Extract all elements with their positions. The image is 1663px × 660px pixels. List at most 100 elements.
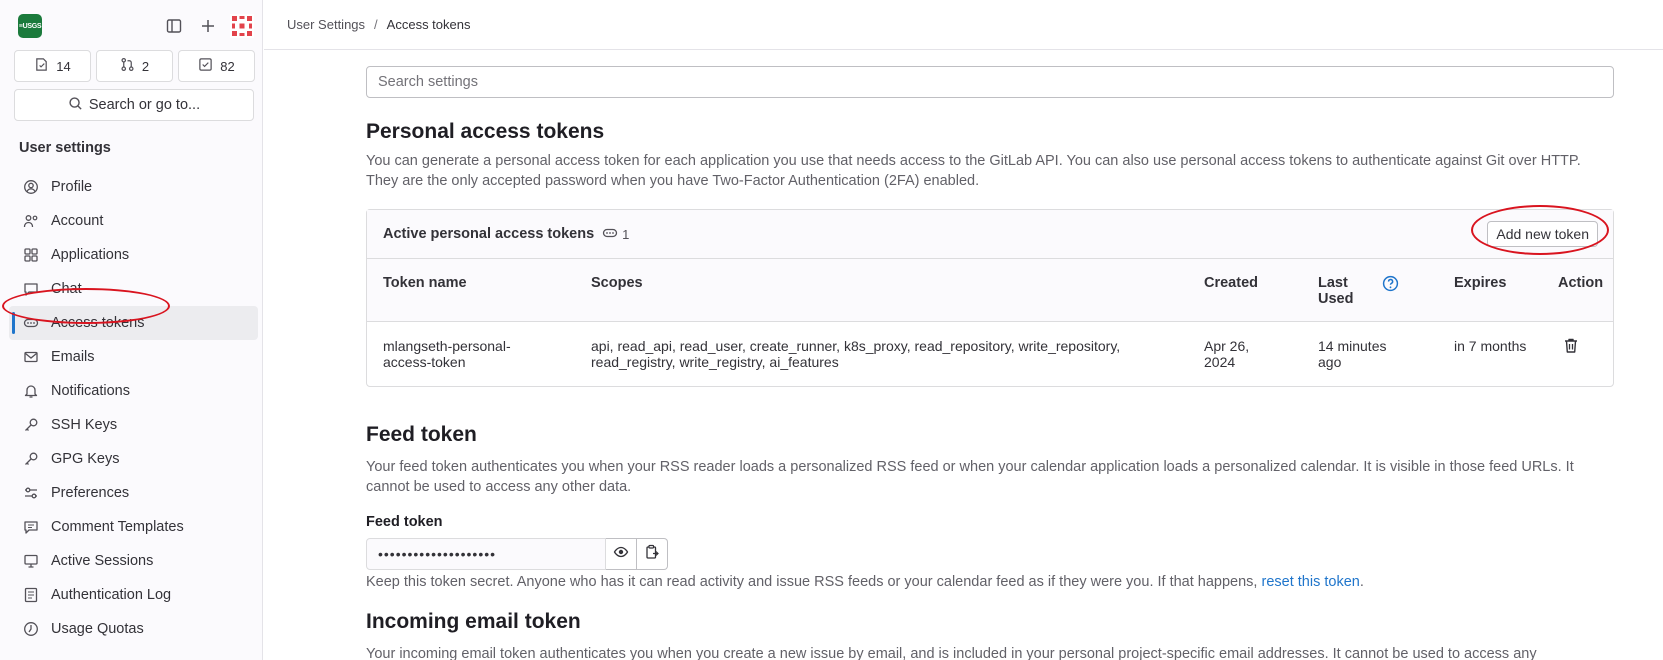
merge-requests-count: 2: [141, 58, 150, 74]
col-action: Action: [1558, 275, 1604, 291]
mail-icon: [23, 349, 39, 365]
bell-icon: [23, 383, 39, 399]
search-settings-input[interactable]: Search settings: [366, 66, 1614, 98]
clipboard-icon: [644, 544, 660, 564]
breadcrumb-separator: /: [374, 17, 378, 32]
token-icon: [602, 225, 618, 244]
sidebar-top: ≡USGS: [18, 14, 254, 42]
key-icon: [23, 451, 39, 467]
sidebar-item-comment-templates[interactable]: Comment Templates: [9, 510, 258, 544]
sidebar-item-label: Usage Quotas: [51, 621, 144, 637]
usgs-logo[interactable]: ≡USGS: [18, 14, 42, 38]
sidebar-item-label: Comment Templates: [51, 519, 184, 535]
sidebar-item-chat[interactable]: Chat: [9, 272, 258, 306]
sidebar-item-profile[interactable]: Profile: [9, 170, 258, 204]
preferences-icon: [23, 485, 39, 501]
sidebar-item-label: Account: [51, 213, 104, 229]
sidebar-item-label: Access tokens: [51, 315, 145, 331]
sidebar-item-ssh-keys[interactable]: SSH Keys: [9, 408, 258, 442]
feed-token-title: Feed token: [366, 423, 477, 446]
todos-count: 82: [220, 58, 235, 74]
tokens-table-header: Token name Scopes Created Last Used Expi…: [367, 259, 1613, 322]
main-content: Search settings Personal access tokens Y…: [366, 66, 1614, 660]
sidebar-item-emails[interactable]: Emails: [9, 340, 258, 374]
plus-icon[interactable]: [196, 14, 220, 38]
reset-token-link[interactable]: reset this token: [1262, 574, 1360, 590]
feed-help-text: Keep this token secret. Anyone who has i…: [366, 574, 1262, 590]
feed-token-field: ••••••••••••••••••••: [366, 538, 668, 570]
search-icon: [68, 96, 83, 115]
sidebar-item-active-sessions[interactable]: Active Sessions: [9, 544, 258, 578]
search-settings-placeholder: Search settings: [378, 74, 478, 90]
breadcrumb-current[interactable]: Access tokens: [387, 17, 471, 32]
sidebar-item-label: SSH Keys: [51, 417, 118, 433]
sidebar-item-label: Active Sessions: [51, 553, 154, 569]
sidebar-item-label: Applications: [51, 247, 130, 263]
sidebar-item-gpg-keys[interactable]: GPG Keys: [9, 442, 258, 476]
sidebar-item-label: Notifications: [51, 383, 130, 399]
sidebar-item-label: Authentication Log: [51, 587, 172, 603]
quota-icon: [23, 621, 39, 637]
sidebar-item-label: Emails: [51, 349, 95, 365]
feed-token-description: Your feed token authenticates you when y…: [366, 459, 1574, 495]
col-expires: Expires: [1454, 275, 1507, 291]
applications-icon: [23, 247, 39, 263]
breadcrumb-user-settings[interactable]: User Settings: [287, 17, 365, 32]
account-icon: [23, 213, 39, 229]
feed-token-label: Feed token: [366, 514, 443, 530]
col-created: Created: [1204, 275, 1258, 291]
table-row: mlangseth-personal-access-token api, rea…: [367, 322, 1613, 385]
merge-requests-count-button[interactable]: 2: [96, 50, 173, 82]
sidebar-counts: 14 2 82: [14, 50, 255, 82]
eye-icon: [613, 544, 629, 564]
pat-description: You can generate a personal access token…: [366, 153, 1581, 189]
sidebar-item-authentication-log[interactable]: Authentication Log: [9, 578, 258, 612]
feed-help-end: .: [1359, 574, 1364, 590]
add-new-token-button[interactable]: Add new token: [1487, 221, 1598, 247]
token-icon: [23, 315, 39, 331]
sidebar-item-notifications[interactable]: Notifications: [9, 374, 258, 408]
col-last-used: Last Used: [1318, 275, 1354, 307]
issues-count: 14: [56, 58, 71, 74]
sidebar-heading: User settings: [19, 140, 111, 156]
incoming-email-description: Your incoming email token authenticates …: [366, 646, 1537, 660]
key-icon: [23, 417, 39, 433]
toggle-sidebar-icon[interactable]: [162, 14, 186, 38]
sidebar: ≡USGS 14 2 82 Search or go to... User se…: [0, 0, 263, 660]
feed-token-input[interactable]: ••••••••••••••••••••: [366, 538, 606, 570]
sidebar-item-usage-quotas[interactable]: Usage Quotas: [9, 612, 258, 646]
comment-icon: [23, 519, 39, 535]
token-created-cell: Apr 26, 2024: [1204, 338, 1250, 370]
todos-count-button[interactable]: 82: [178, 50, 255, 82]
token-name-cell: mlangseth-personal-access-token: [383, 338, 511, 370]
sidebar-item-label: GPG Keys: [51, 451, 120, 467]
trash-icon[interactable]: [1563, 337, 1579, 357]
chat-icon: [23, 281, 39, 297]
todo-icon: [198, 57, 213, 75]
help-icon[interactable]: [1382, 275, 1399, 296]
reveal-token-button[interactable]: [606, 538, 637, 570]
copy-token-button[interactable]: [637, 538, 668, 570]
active-tokens-card: Active personal access tokens 1 Add new …: [366, 205, 1614, 387]
token-count: 1: [622, 226, 630, 242]
profile-icon: [23, 179, 39, 195]
sidebar-nav: Profile Account Applications Chat Access…: [9, 170, 258, 646]
sidebar-item-label: Chat: [51, 281, 82, 297]
feed-token-help: Keep this token secret. Anyone who has i…: [366, 574, 1364, 590]
sidebar-item-applications[interactable]: Applications: [9, 238, 258, 272]
sidebar-item-label: Preferences: [51, 485, 130, 501]
token-last-used-cell: 14 minutes ago: [1318, 338, 1387, 370]
sidebar-item-label: Profile: [51, 179, 93, 195]
token-count-badge: 1: [602, 225, 629, 244]
active-tokens-title: Active personal access tokens: [383, 226, 595, 242]
sidebar-item-preferences[interactable]: Preferences: [9, 476, 258, 510]
sidebar-item-access-tokens[interactable]: Access tokens: [9, 306, 258, 340]
log-icon: [23, 587, 39, 603]
search-or-go-button[interactable]: Search or go to...: [14, 89, 254, 121]
issues-count-button[interactable]: 14: [14, 50, 91, 82]
avatar[interactable]: [230, 14, 254, 38]
sidebar-item-account[interactable]: Account: [9, 204, 258, 238]
token-scopes-cell: api, read_api, read_user, create_runner,…: [591, 338, 1121, 370]
monitor-icon: [23, 553, 39, 569]
issues-icon: [34, 57, 49, 75]
